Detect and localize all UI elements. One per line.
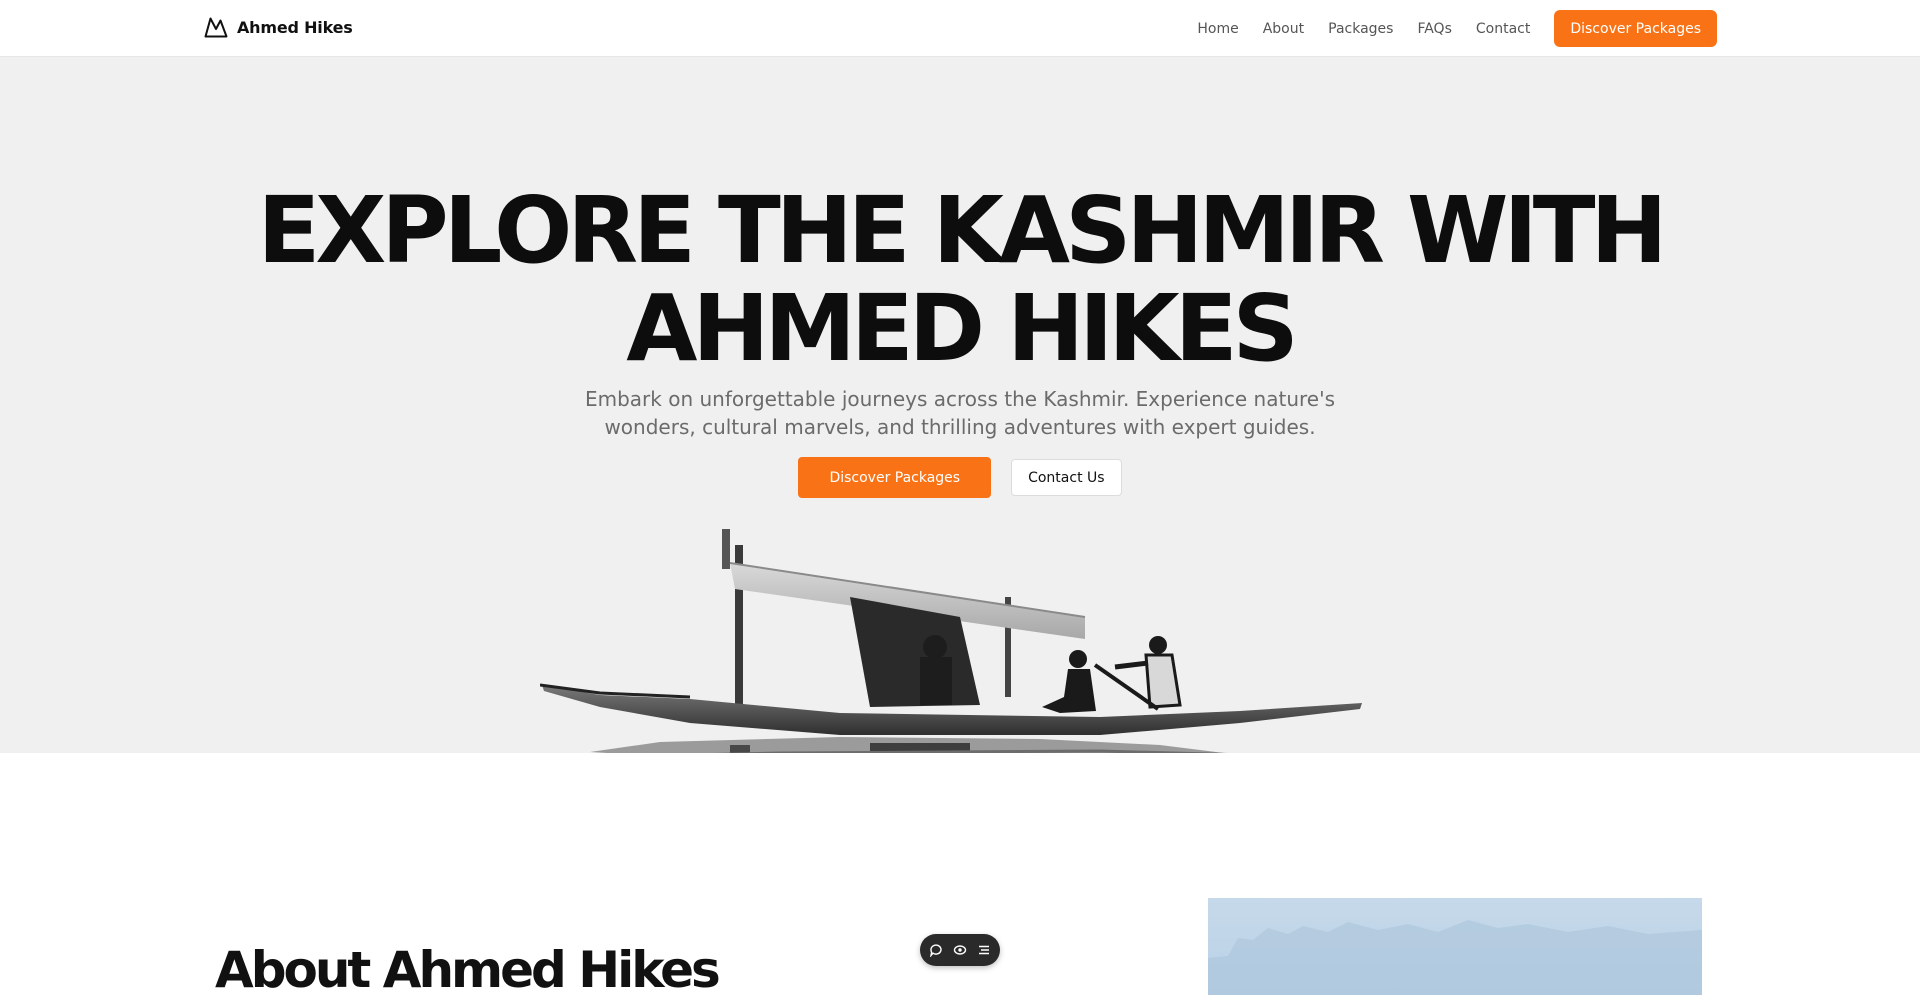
nav-link-home[interactable]: Home	[1197, 21, 1238, 37]
main-nav: Home About Packages FAQs Contact Discove…	[1173, 10, 1717, 47]
hero-title-line-2: AHMED HIKES	[626, 275, 1299, 382]
floating-toolbar	[920, 934, 1000, 966]
site-header: Ahmed Hikes Home About Packages FAQs Con…	[0, 0, 1920, 57]
about-image	[1208, 898, 1702, 995]
hero-title-line-1: EXPLORE THE KASHMIR WITH	[257, 177, 1668, 284]
header-discover-packages-button[interactable]: Discover Packages	[1554, 10, 1717, 47]
hero-section: EXPLORE THE KASHMIR WITH AHMED HIKES Emb…	[0, 57, 1920, 753]
hero-contact-us-button[interactable]: Contact Us	[1011, 459, 1122, 496]
hero-subtitle: Embark on unforgettable journeys across …	[584, 387, 1336, 439]
hero-discover-packages-button[interactable]: Discover Packages	[798, 457, 992, 498]
skyline-image	[1208, 920, 1702, 995]
brand-name: Ahmed Hikes	[237, 17, 353, 37]
nav-link-packages[interactable]: Packages	[1328, 21, 1393, 37]
shikara-boat-image	[540, 529, 1362, 753]
mountain-icon	[204, 17, 228, 38]
hero-title: EXPLORE THE KASHMIR WITH AHMED HIKES	[0, 182, 1920, 378]
comment-icon[interactable]	[928, 942, 944, 958]
nav-link-about[interactable]: About	[1263, 21, 1304, 37]
nav-link-faqs[interactable]: FAQs	[1417, 21, 1451, 37]
nav-link-contact[interactable]: Contact	[1476, 21, 1530, 37]
brand-logo-link[interactable]: Ahmed Hikes	[204, 16, 353, 38]
about-title: About Ahmed Hikes	[215, 941, 721, 999]
list-icon[interactable]	[976, 942, 992, 958]
hero-actions: Discover Packages Contact Us	[0, 457, 1920, 498]
eye-icon[interactable]	[952, 942, 968, 958]
